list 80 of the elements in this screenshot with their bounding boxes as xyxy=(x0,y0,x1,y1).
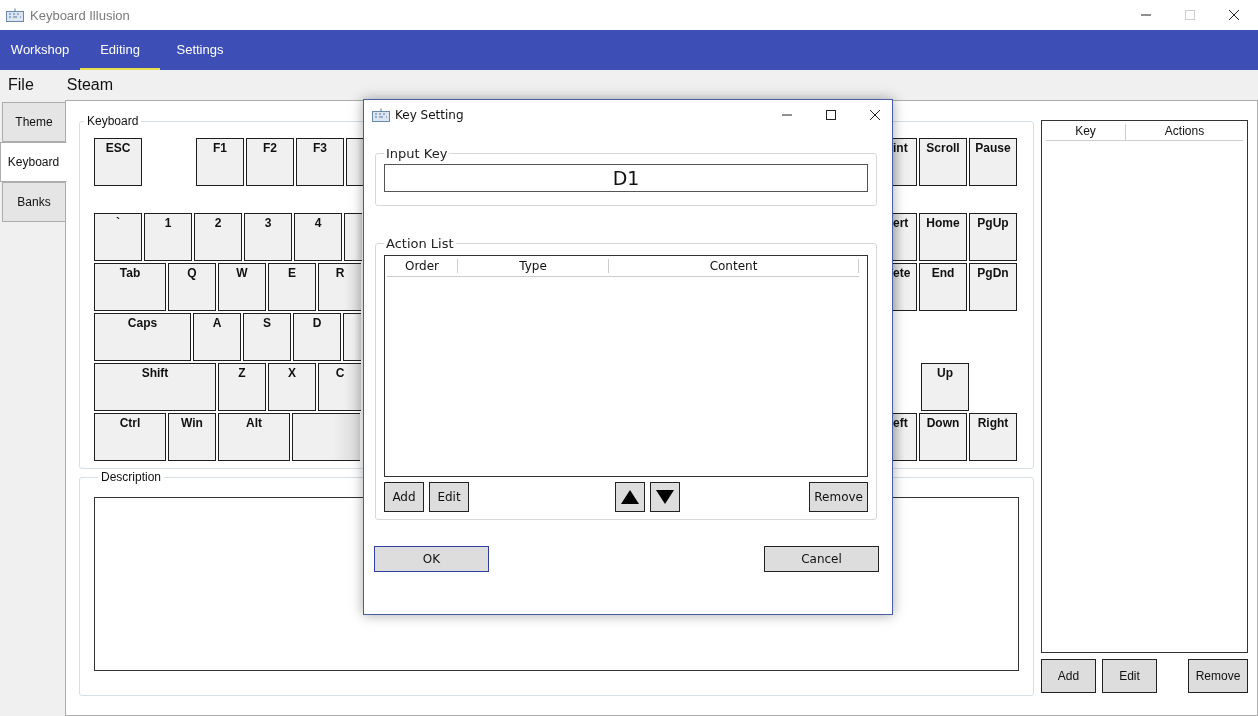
column-header[interactable]: Key xyxy=(1046,124,1126,140)
close-icon[interactable] xyxy=(1228,9,1240,21)
keycap[interactable]: eft xyxy=(893,413,917,461)
keycap[interactable]: ete xyxy=(893,263,917,311)
keycap[interactable]: W xyxy=(218,263,266,311)
side-tab[interactable]: Banks xyxy=(2,182,66,222)
keycap[interactable]: X xyxy=(268,363,316,411)
keycap[interactable]: Up xyxy=(921,363,969,411)
menu-item[interactable]: File xyxy=(0,76,42,94)
keycap[interactable]: ESC xyxy=(94,138,142,186)
cancel-button[interactable]: Cancel xyxy=(764,546,879,572)
keyboard-icon xyxy=(6,8,24,22)
window-title: Keyboard Illusion xyxy=(30,7,130,23)
keycap[interactable]: Pause xyxy=(969,138,1017,186)
keycap[interactable]: End xyxy=(919,263,967,311)
keycap[interactable]: 1 xyxy=(144,213,192,261)
input-key-field[interactable]: D1 xyxy=(384,164,868,192)
keycap[interactable] xyxy=(344,213,362,261)
ok-button[interactable]: OK xyxy=(374,546,489,572)
add-button[interactable]: Add xyxy=(1041,659,1096,693)
close-icon[interactable] xyxy=(869,109,881,121)
column-header[interactable]: Order xyxy=(387,259,458,273)
keycap[interactable]: Home xyxy=(919,213,967,261)
column-header[interactable]: Content xyxy=(609,259,859,273)
keycap[interactable]: 3 xyxy=(244,213,292,261)
keycap[interactable]: Win xyxy=(168,413,216,461)
keycap[interactable]: Scroll xyxy=(919,138,967,186)
menu-item[interactable]: Steam xyxy=(58,76,122,94)
remove-button[interactable]: Remove xyxy=(1188,659,1248,693)
keycap[interactable] xyxy=(346,138,364,186)
add-button[interactable]: Add xyxy=(384,482,424,512)
keycap[interactable]: ` xyxy=(94,213,142,261)
keycap[interactable]: E xyxy=(268,263,316,311)
keycap[interactable] xyxy=(343,313,361,361)
group-title: Description xyxy=(100,470,163,484)
up-triangle-icon xyxy=(621,490,639,504)
group-title: Input Key xyxy=(385,146,449,161)
column-header[interactable]: Actions xyxy=(1126,124,1243,140)
side-tab[interactable]: Keyboard xyxy=(0,142,67,182)
move-up-button[interactable] xyxy=(615,482,645,512)
move-down-button[interactable] xyxy=(650,482,680,512)
keycap[interactable]: S xyxy=(243,313,291,361)
keycap[interactable]: F1 xyxy=(196,138,244,186)
keyboard-icon xyxy=(372,108,390,122)
keycap[interactable]: F3 xyxy=(296,138,344,186)
keycap[interactable]: Shift xyxy=(94,363,216,411)
maximize-icon[interactable] xyxy=(825,109,837,121)
keycap[interactable]: A xyxy=(193,313,241,361)
keycap[interactable]: Down xyxy=(919,413,967,461)
group-title: Action List xyxy=(385,236,455,251)
keycap[interactable]: Right xyxy=(969,413,1017,461)
keycap[interactable]: Z xyxy=(218,363,266,411)
nav-tab[interactable]: Settings xyxy=(160,30,240,70)
group-title: Keyboard xyxy=(86,114,140,128)
key-list[interactable]: Key Actions xyxy=(1041,120,1248,653)
keycap[interactable]: PgDn xyxy=(969,263,1017,311)
keycap[interactable] xyxy=(292,413,360,461)
edit-button[interactable]: Edit xyxy=(1102,659,1157,693)
keycap[interactable]: int xyxy=(893,138,917,186)
keycap[interactable]: 4 xyxy=(294,213,342,261)
down-triangle-icon xyxy=(656,490,674,504)
keycap[interactable]: ert xyxy=(893,213,917,261)
keycap[interactable]: R xyxy=(318,263,361,311)
keycap[interactable]: C xyxy=(318,363,361,411)
keycap[interactable]: Q xyxy=(168,263,216,311)
action-table[interactable]: Order Type Content xyxy=(384,255,868,477)
keycap[interactable]: F2 xyxy=(246,138,294,186)
remove-button[interactable]: Remove xyxy=(809,482,868,512)
keycap[interactable]: 2 xyxy=(194,213,242,261)
side-tab[interactable]: Theme xyxy=(2,102,66,142)
keycap[interactable]: D xyxy=(293,313,341,361)
keycap[interactable]: Caps xyxy=(94,313,191,361)
keycap[interactable]: Ctrl xyxy=(94,413,166,461)
nav-tab[interactable]: Workshop xyxy=(0,30,80,70)
edit-button[interactable]: Edit xyxy=(429,482,469,512)
keycap[interactable]: PgUp xyxy=(969,213,1017,261)
keycap[interactable]: Alt xyxy=(218,413,290,461)
dialog-title: Key Setting xyxy=(395,108,464,122)
column-header[interactable]: Type xyxy=(458,259,609,273)
keycap[interactable]: Tab xyxy=(94,263,166,311)
